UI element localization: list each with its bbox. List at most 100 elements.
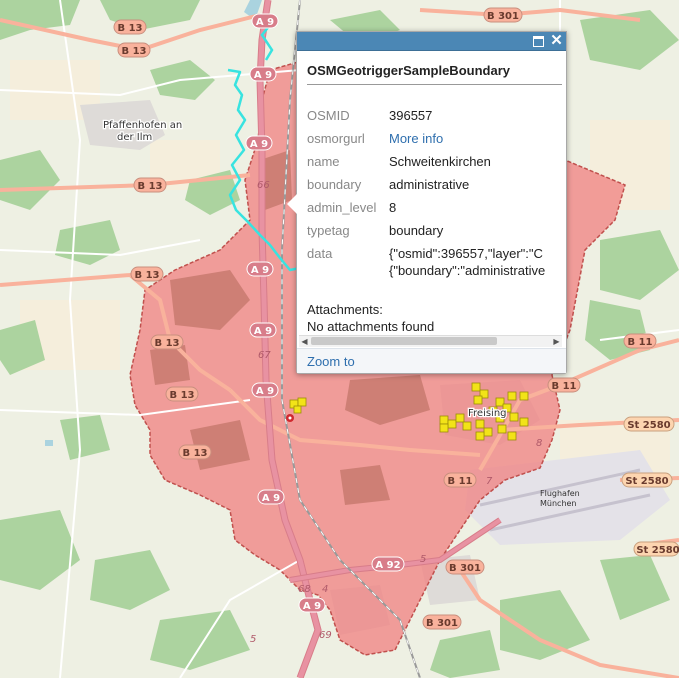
svg-text:A 9: A 9 [254, 326, 272, 337]
badge-b301-1: B 301 [483, 7, 523, 23]
svg-text:B 13: B 13 [121, 46, 146, 57]
attachments-section: Attachments: No attachments found [307, 301, 434, 335]
attribute-value: administrative [389, 177, 470, 192]
badge-b301-2: B 301 [445, 559, 485, 575]
popup-pointer [287, 194, 297, 214]
svg-text:B 301: B 301 [449, 563, 481, 574]
svg-text:St 2580: St 2580 [625, 476, 668, 487]
attribute-key: admin_level [307, 200, 377, 215]
attribute-value: boundary [389, 223, 444, 238]
svg-text:A 9: A 9 [256, 17, 274, 28]
attribute-row-typetag: typetag boundary [305, 222, 547, 245]
badge-b13-5: B 13 [150, 334, 184, 350]
badge-a9-4: A 9 [246, 261, 274, 277]
badge-b13-6: B 13 [165, 386, 199, 402]
route-5a: 5 [420, 554, 426, 565]
attachments-label: Attachments: [307, 302, 383, 317]
svg-text:B 13: B 13 [154, 338, 179, 349]
popup-content: OSMGeotriggerSampleBoundary OSMID 396557… [297, 51, 566, 347]
attribute-key: osmorgurl [307, 131, 365, 146]
route-67: 67 [258, 350, 271, 361]
svg-text:A 9: A 9 [262, 493, 280, 504]
popup-titlebar[interactable]: ✕ [297, 32, 566, 51]
attribute-key: boundary [307, 177, 362, 192]
scrollbar-thumb[interactable] [311, 337, 497, 345]
svg-text:B 13: B 13 [169, 390, 194, 401]
badge-b13-3: B 13 [133, 177, 167, 193]
maximize-icon[interactable] [532, 34, 545, 47]
close-icon[interactable]: ✕ [550, 33, 563, 48]
badge-b13-7: B 13 [178, 444, 212, 460]
svg-text:B 13: B 13 [137, 181, 162, 192]
svg-text:B 11: B 11 [627, 337, 652, 348]
attribute-value: 396557 [389, 108, 433, 123]
svg-text:B 301: B 301 [426, 618, 458, 629]
svg-text:B 11: B 11 [551, 381, 576, 392]
attribute-value: 8 [389, 200, 397, 215]
badge-a9-7: A 9 [257, 489, 285, 505]
label-freising: Freising [468, 408, 507, 419]
badge-st2580-2: St 2580 [621, 472, 673, 488]
attribute-key: typetag [307, 223, 350, 238]
badge-a9-5: A 9 [249, 322, 277, 338]
route-4: 4 [322, 584, 328, 595]
badge-b11-1: B 11 [623, 333, 657, 349]
svg-text:A 92: A 92 [375, 560, 400, 571]
attribute-table: OSMID 396557 osmorgurl More info name Sc… [305, 107, 547, 279]
route-8: 8 [536, 438, 542, 449]
svg-text:A 9: A 9 [303, 601, 321, 612]
more-info-link[interactable]: More info [389, 131, 443, 146]
attribute-row-admin-level: admin_level 8 [305, 199, 547, 222]
red-location-marker[interactable] [286, 414, 294, 422]
svg-text:B 11: B 11 [447, 476, 472, 487]
badge-b13-2: B 13 [117, 42, 151, 58]
svg-text:St 2580: St 2580 [627, 420, 670, 431]
svg-text:A 9: A 9 [256, 386, 274, 397]
badge-a9-2: A 9 [249, 66, 277, 82]
svg-text:A 9: A 9 [251, 265, 269, 276]
scroll-left-icon[interactable]: ◀ [299, 336, 310, 347]
attribute-key: OSMID [307, 108, 350, 123]
attribute-row-osmid: OSMID 396557 [305, 107, 547, 130]
attribute-key: name [307, 154, 340, 169]
attribute-row-data: data {"osmid":396557,"layer":"C {"bounda… [305, 245, 547, 279]
route-69: 69 [319, 630, 332, 641]
label-pfaffenhofen-2: der Ilm [117, 132, 152, 143]
badge-a9-6: A 9 [251, 382, 279, 398]
scroll-right-icon[interactable]: ▶ [551, 336, 562, 347]
data-line-2: {"boundary":"administrative [389, 263, 546, 278]
svg-text:B 13: B 13 [134, 270, 159, 281]
svg-text:B 13: B 13 [182, 448, 207, 459]
badge-a92: A 92 [371, 556, 405, 572]
badge-st2580-1: St 2580 [623, 416, 675, 432]
data-line-1: {"osmid":396557,"layer":"C [389, 246, 543, 261]
badge-b11-3: B 11 [443, 472, 477, 488]
horizontal-scrollbar[interactable]: ◀ ▶ [299, 335, 562, 347]
attribute-row-boundary: boundary administrative [305, 176, 547, 199]
svg-text:B 301: B 301 [487, 11, 519, 22]
svg-text:St 2580: St 2580 [636, 545, 679, 556]
zoom-to-link[interactable]: Zoom to [307, 354, 355, 369]
attribute-value: Schweitenkirchen [389, 154, 491, 169]
attribute-row-osmorgurl: osmorgurl More info [305, 130, 547, 153]
popup-actions: Zoom to [297, 348, 566, 373]
attribute-row-name: name Schweitenkirchen [305, 153, 547, 176]
attribute-key: data [307, 246, 333, 261]
route-66: 66 [257, 180, 270, 191]
route-5b: 5 [250, 634, 256, 645]
info-popup[interactable]: ✕ OSMGeotriggerSampleBoundary OSMID 3965… [287, 31, 567, 374]
badge-b11-2: B 11 [547, 377, 581, 393]
route-7: 7 [486, 476, 493, 487]
attribute-value: {"osmid":396557,"layer":"C {"boundary":"… [387, 245, 547, 279]
badge-a9-3: A 9 [245, 135, 273, 151]
badge-st2580-3: St 2580 [633, 541, 679, 557]
badge-b13-1: B 13 [113, 19, 147, 35]
badge-a9-8: A 9 [298, 597, 326, 613]
label-pfaffenhofen-1: Pfaffenhofen an [103, 120, 182, 131]
svg-text:A 9: A 9 [250, 139, 268, 150]
badge-a9-1: A 9 [251, 13, 279, 29]
svg-text:B 13: B 13 [117, 23, 142, 34]
svg-text:A 9: A 9 [254, 70, 272, 81]
route-68: 68 [298, 584, 311, 595]
label-flughafen-2: München [540, 499, 577, 508]
